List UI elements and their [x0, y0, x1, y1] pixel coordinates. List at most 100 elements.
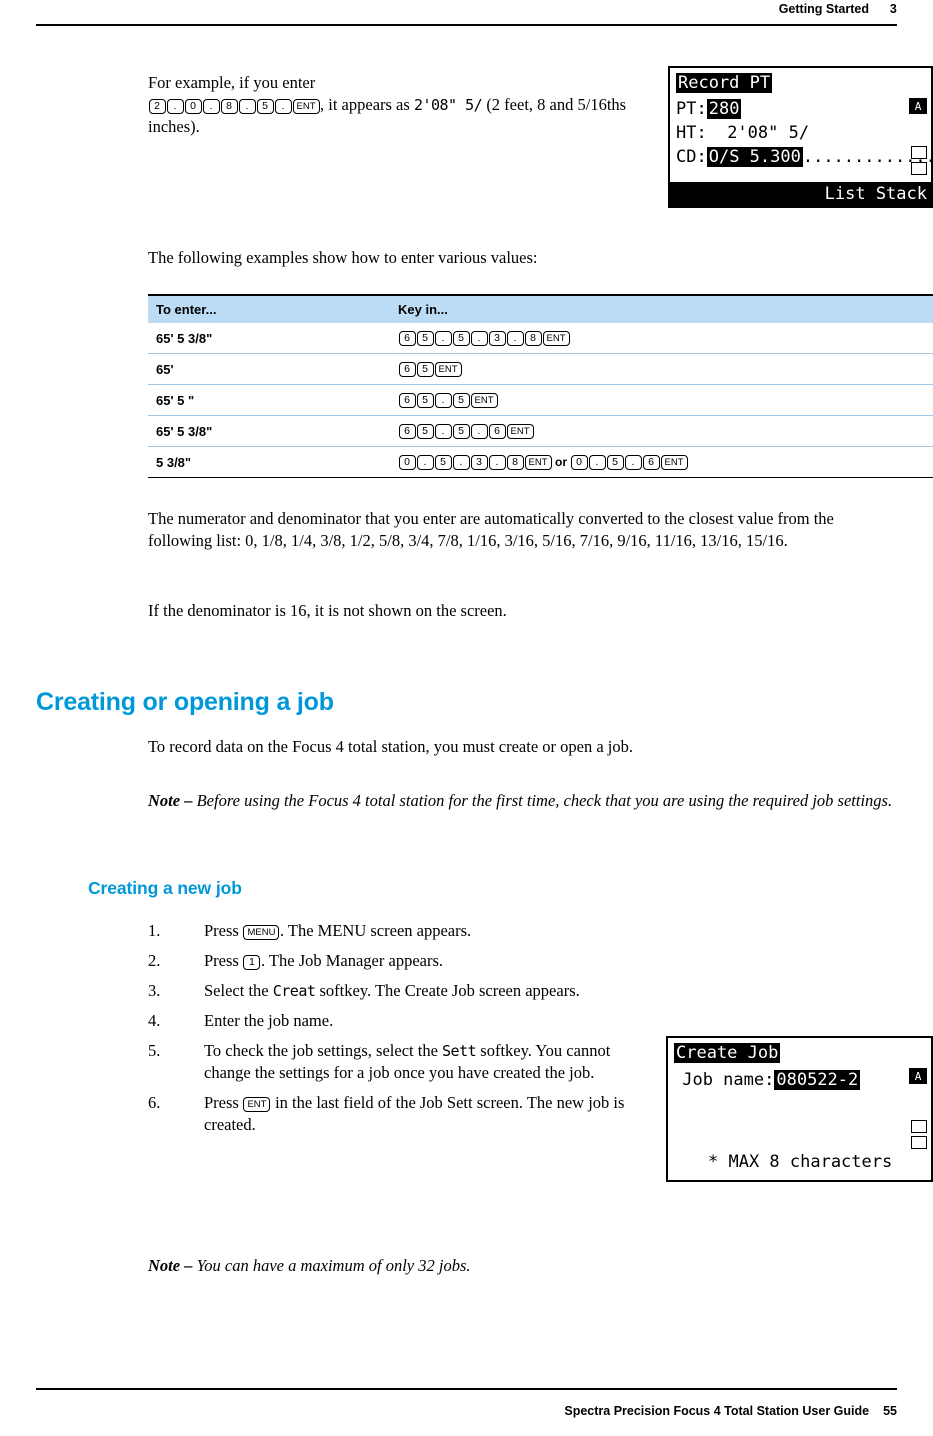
key-1: 1: [243, 955, 261, 970]
note-text: Before using the Focus 4 total station f…: [196, 790, 893, 810]
final-note-text: You can have a maximum of only 32 jobs.: [196, 1255, 471, 1275]
lcd-record-title: Record PT: [676, 73, 773, 93]
section-body-text: To record data on the Focus 4 total stat…: [148, 737, 634, 756]
lcd-record-row-ht: HT: 2'08" 5/: [676, 123, 810, 143]
step-number: 2.: [148, 951, 161, 970]
document-page: Getting Started 3 For example, if you en…: [0, 0, 933, 1436]
lcd-createjob-hint: * MAX 8 characters: [708, 1152, 893, 1172]
table-cell-enter: 65' 5 3/8": [148, 415, 378, 447]
lcd-record-side-icon-1: [911, 146, 927, 159]
following-examples-paragraph: The following examples show how to enter…: [148, 247, 897, 269]
intro-line-2: 2. 0. 8. 5. ENT, it appears as 2'08" 5/ (2 f…: [148, 94, 653, 138]
footer-guide-title: Spectra Precision Focus 4 Total Station …: [564, 1404, 870, 1418]
page-header: Getting Started 3: [0, 0, 933, 30]
step-pre-text: Press: [204, 1093, 239, 1112]
key-8: 8: [220, 99, 238, 114]
lcd-createjob-field: Job name: 080522-2: [672, 1070, 861, 1090]
lcd-createjob-title: Create Job: [674, 1043, 781, 1063]
lcd-record-side-marker: A: [909, 98, 927, 114]
step-post-text: . The MENU screen appears.: [279, 921, 472, 940]
intro-paragraph: For example, if you enter 2. 0. 8. 5. ENT, i…: [148, 72, 653, 138]
intro-lcd-value: 2'08" 5/: [413, 96, 483, 114]
lcd-record-side-icon-2: [911, 162, 927, 175]
header-divider: [36, 24, 897, 26]
steps-list: 1. Press MENU. The MENU screen appears. …: [148, 920, 653, 1144]
table-cell-keys: 6 5. 5 ENT: [378, 384, 933, 416]
step-number: 4.: [148, 1011, 161, 1030]
following-text: The following examples show how to enter…: [148, 248, 538, 267]
table-or-word: or: [555, 455, 567, 469]
final-note-paragraph: Note – You can have a maximum of only 32…: [148, 1255, 897, 1277]
list-item: 6. Press ENT in the last field of the Jo…: [148, 1092, 653, 1136]
final-note-label: Note –: [148, 1255, 193, 1275]
lcd-record-row-pt: PT: 280: [676, 99, 742, 119]
list-item: 3. Select the Creat softkey. The Create …: [148, 980, 653, 1002]
section-heading: Creating or opening a job: [36, 688, 334, 716]
list-item: 4. Enter the job name.: [148, 1010, 653, 1032]
step-number: 6.: [148, 1093, 161, 1112]
key-dot: .: [274, 99, 292, 114]
table-row: 5 3/8" 0. 5. 3. 8 ENT or 0. 5. 6 ENT: [148, 446, 933, 478]
header-section-title: Getting Started: [778, 2, 869, 16]
step-number: 3.: [148, 981, 161, 1000]
lcd-create-job-screen: Create Job Job name: 080522-2 A * MAX 8 c…: [666, 1036, 933, 1182]
table-header-row: To enter... Key in...: [148, 296, 933, 323]
table-header-to-enter: To enter...: [148, 296, 378, 323]
page-footer: Spectra Precision Focus 4 Total Station …: [564, 1404, 897, 1418]
note-label: Note –: [148, 790, 193, 810]
footer-page-number: 55: [883, 1404, 897, 1418]
softkey-creat-label: Creat: [272, 982, 316, 1000]
lcd-createjob-side-marker: A: [909, 1068, 927, 1084]
intro-line-1: For example, if you enter: [148, 73, 316, 92]
section-note-paragraph: Note – Before using the Focus 4 total st…: [148, 790, 897, 812]
list-item: 2. Press 1. The Job Manager appears.: [148, 950, 653, 972]
numerator-paragraph: The numerator and denominator that you e…: [148, 508, 897, 552]
key-dot: .: [238, 99, 256, 114]
step-pre-text: Select the: [204, 981, 269, 1000]
table-cell-enter: 65' 5 ": [148, 384, 378, 416]
step-body: To check the job settings, select the Se…: [204, 1040, 653, 1084]
key-2: 2: [148, 99, 166, 114]
table-header-key-in: Key in...: [378, 296, 933, 323]
table-cell-keys: 0. 5. 3. 8 ENT or 0. 5. 6 ENT: [378, 446, 933, 478]
step-body: Enter the job name.: [204, 1010, 653, 1032]
table-cell-enter: 65': [148, 353, 378, 385]
table-cell-enter: 5 3/8": [148, 446, 378, 478]
denominator-text: If the denominator is 16, it is not show…: [148, 601, 507, 620]
numerator-text: The numerator and denominator that you e…: [148, 509, 834, 550]
lcd-record-softkey-bar: List Stack: [670, 182, 931, 206]
final-note: Note – You can have a maximum of only 32…: [148, 1238, 897, 1293]
step-post-text: . The Job Manager appears.: [260, 951, 444, 970]
key-entry-table: To enter... Key in... 65' 5 3/8" 65.5.3.…: [148, 296, 933, 478]
key-menu: MENU: [243, 925, 280, 940]
table-row: 65' 5 3/8" 6 5. 5. 6 ENT: [148, 415, 933, 447]
key-dot: .: [202, 99, 220, 114]
step-number: 5.: [148, 1041, 161, 1060]
step-pre-text: To check the job settings, select the: [204, 1041, 438, 1060]
lcd-record-row-cd: CD: O/S 5.300..............: [676, 147, 933, 167]
key-ent: ENT: [243, 1097, 271, 1112]
step-pre-text: Press: [204, 951, 239, 970]
table-cell-keys: 6 5. 5. 6 ENT: [378, 415, 933, 447]
softkey-sett-label: Sett: [442, 1042, 477, 1060]
step-number: 1.: [148, 921, 161, 940]
table-row: 65' 5 " 6 5. 5 ENT: [148, 384, 933, 416]
table-row: 65' 5 3/8" 6 5. 5. 3. 8 ENT: [148, 323, 933, 354]
list-item: 5. To check the job settings, select the…: [148, 1040, 653, 1084]
subsection-heading: Creating a new job: [88, 878, 242, 898]
step-pre-text: Press: [204, 921, 239, 940]
list-item: 1. Press MENU. The MENU screen appears.: [148, 920, 653, 942]
intro-after-keys: , it appears as: [320, 95, 410, 114]
key-5: 5: [256, 99, 274, 114]
step-body: Press 1. The Job Manager appears.: [204, 950, 653, 972]
section-body-paragraph: To record data on the Focus 4 total stat…: [148, 736, 897, 758]
step-pre-text: Enter the job name.: [204, 1011, 334, 1030]
denominator-paragraph: If the denominator is 16, it is not show…: [148, 600, 897, 622]
lcd-createjob-side-icon-2: [911, 1136, 927, 1149]
key-ent: ENT: [292, 99, 320, 114]
key-dot: .: [166, 99, 184, 114]
lcd-createjob-side-icon-1: [911, 1120, 927, 1133]
header-page-number: 3: [889, 2, 897, 16]
step-body: Press MENU. The MENU screen appears.: [204, 920, 653, 942]
table-row: 65' 6 5 ENT: [148, 353, 933, 385]
